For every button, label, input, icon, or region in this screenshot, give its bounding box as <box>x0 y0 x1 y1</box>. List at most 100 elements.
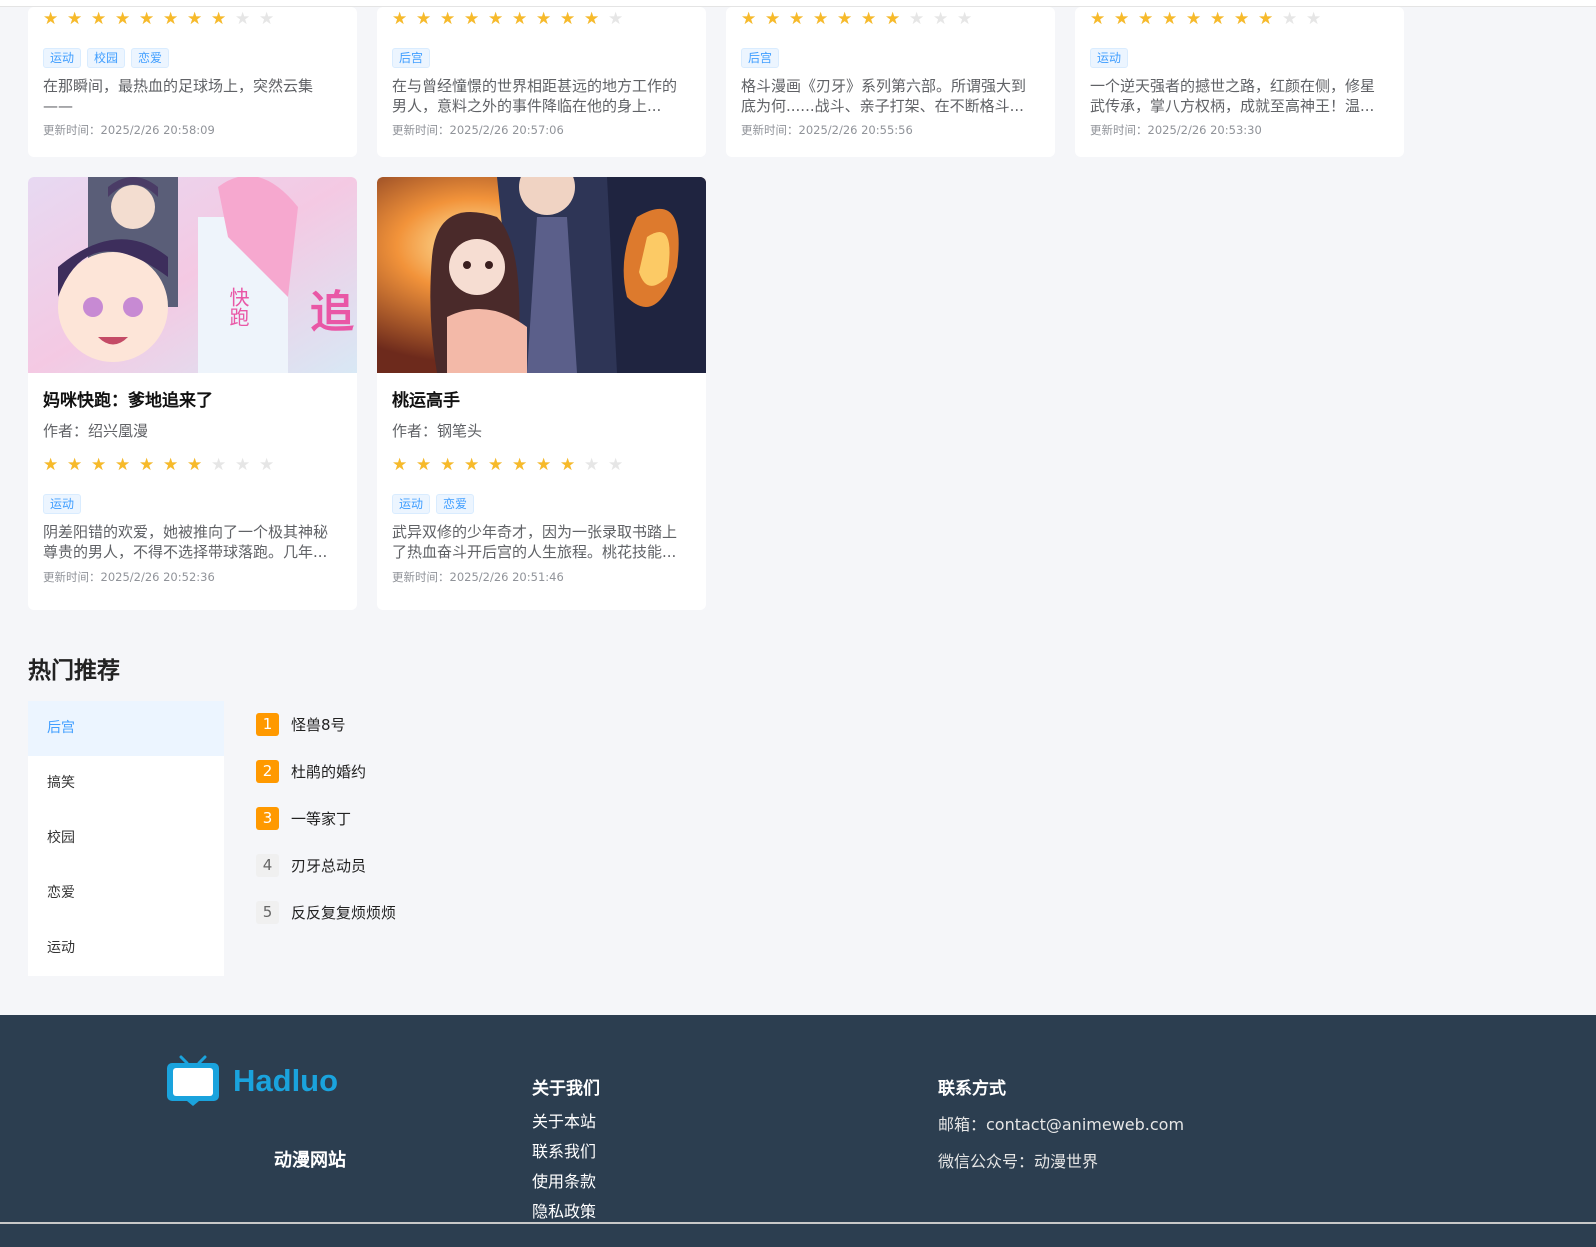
link-contact-us[interactable]: 联系我们 <box>532 1142 596 1172</box>
genre-tag[interactable]: 运动 <box>1090 48 1129 68</box>
genre-tag[interactable]: 后宫 <box>741 48 780 68</box>
star-icon: ★★ <box>560 455 576 475</box>
star-icon: ★★ <box>536 9 552 29</box>
top-divider <box>0 0 1596 7</box>
comic-card[interactable]: ★★ ★★ ★★ ★★ ★★ ★★ ★★ ★★ ★★ ★★ 后宫 格斗漫画《刃牙》系列第六部。所谓… <box>726 7 1055 157</box>
rank-title[interactable]: 一等家丁 <box>291 808 351 829</box>
rank-title[interactable]: 怪兽8号 <box>291 714 346 735</box>
link-about-site[interactable]: 关于本站 <box>532 1112 596 1142</box>
rank-item[interactable]: 4 刃牙总动员 <box>256 853 396 877</box>
category-tab-campus[interactable]: 校园 <box>28 811 224 866</box>
tag-list: 运动 <box>43 494 342 514</box>
star-icon: ★★ <box>211 9 227 29</box>
star-icon: ★★ <box>837 9 853 29</box>
star-icon: ★★ <box>933 9 949 29</box>
contact-title: 联系方式 <box>938 1079 1006 1099</box>
rank-number: 4 <box>256 853 279 877</box>
update-time: 更新时间：2025/2/26 20:53:30 <box>1090 123 1262 137</box>
category-tab-harem[interactable]: 后宫 <box>28 701 224 756</box>
rank-number: 2 <box>256 759 279 783</box>
comic-description: 在与曾经憧憬的世界相距甚远的地方工作的男人，意料之外的事件降临在他的身上... <box>392 77 678 115</box>
comic-title[interactable]: 妈咪快跑：爹地追来了 <box>43 389 342 413</box>
comic-card[interactable]: ★★ ★★ ★★ ★★ ★★ ★★ ★★ ★★ ★★ ★★ 运动 一个逆天强者的撼世之路，红颜在侧… <box>1075 7 1404 157</box>
genre-tag[interactable]: 恋爱 <box>131 48 170 68</box>
tag-list: 后宫 <box>392 48 691 68</box>
update-time: 更新时间：2025/2/26 20:57:06 <box>392 123 564 137</box>
rank-item[interactable]: 2 杜鹃的婚约 <box>256 759 396 783</box>
rank-title[interactable]: 反反复复烦烦烦 <box>291 902 396 923</box>
comic-card[interactable]: ★★ ★★ ★★ ★★ ★★ ★★ ★★ ★★ ★★ ★★ 运动校园恋爱 在那瞬间，最热血的足球场… <box>28 7 357 157</box>
genre-tag[interactable]: 后宫 <box>392 48 431 68</box>
star-icon: ★★ <box>741 9 757 29</box>
tag-list: 运动 <box>1090 48 1389 68</box>
comic-title[interactable]: 桃运高手 <box>392 389 691 413</box>
comic-card[interactable]: 追 快跑 妈咪快跑：爹地追来了 作者：绍兴凰漫 ★ ★ ★ ★ ★ ★ ★ ★ ★ ★ ★ ★ ★ ★ ★ ★… <box>28 177 357 610</box>
comic-card[interactable]: 桃运高手 作者：钢笔头 ★★ ★★ ★★ ★★ ★★ ★★ ★★ ★★ ★★ ★★ 运动恋爱 武异… <box>377 177 706 610</box>
contact-wechat: 微信公众号：动漫世界 <box>938 1152 1099 1171</box>
star-icon: ★★ <box>584 455 600 475</box>
star-icon: ★★ <box>259 455 275 475</box>
rating-stars: ★★ ★★ ★★ ★★ ★★ ★★ ★★ ★★ ★★ ★★ <box>392 9 691 29</box>
comic-description: 在那瞬间，最热血的足球场上，突然云集—— <box>43 77 314 115</box>
star-icon: ★★ <box>139 9 155 29</box>
link-terms[interactable]: 使用条款 <box>532 1172 596 1202</box>
star-icon: ★★ <box>1186 9 1202 29</box>
rating-stars: ★★ ★★ ★★ ★★ ★★ ★★ ★★ ★★ ★★ ★★ <box>392 455 691 475</box>
comic-description: 一个逆天强者的撼世之路，红颜在侧，修星武传承，掌八方权柄，成就至高神王！温... <box>1090 77 1376 115</box>
comic-description: 武异双修的少年奇才，因为一张录取书踏上了热血奋斗开后宫的人生旅程。桃花技能... <box>392 523 678 561</box>
star-icon: ★★ <box>909 9 925 29</box>
rank-number: 3 <box>256 806 279 830</box>
rating-stars: ★★ ★★ ★★ ★★ ★★ ★★ ★★ ★★ ★★ ★★ <box>43 9 342 29</box>
rank-number: 1 <box>256 712 279 736</box>
comic-cover-image[interactable]: 追 快跑 <box>28 177 357 373</box>
star-icon: ★★ <box>440 455 456 475</box>
rank-item[interactable]: 3 一等家丁 <box>256 806 396 830</box>
star-icon: ★★ <box>813 9 829 29</box>
update-time: 更新时间：2025/2/26 20:55:56 <box>741 123 913 137</box>
star-icon: ★★ <box>67 455 83 475</box>
star-icon: ★★ <box>464 455 480 475</box>
rank-number: 5 <box>256 900 279 924</box>
site-footer: Hadluo 动漫网站 关于我们 关于本站 联系我们 使用条款 隐私政策 联系方… <box>0 1015 1596 1247</box>
comic-description: 格斗漫画《刃牙》系列第六部。所谓强大到底为何......战斗、亲子打架、在不断格… <box>741 77 1027 115</box>
site-name: 动漫网站 <box>274 1150 346 1171</box>
genre-tag[interactable]: 运动 <box>392 494 431 514</box>
comic-cover-image[interactable] <box>377 177 706 373</box>
rank-title[interactable]: 杜鹃的婚约 <box>291 761 366 782</box>
tag-list: 后宫 <box>741 48 1040 68</box>
rank-item[interactable]: 5 反反复复烦烦烦 <box>256 900 396 924</box>
star-icon: ★★ <box>163 455 179 475</box>
star-icon: ★★ <box>608 9 624 29</box>
star-icon: ★★ <box>187 455 203 475</box>
category-tab-romance[interactable]: 恋爱 <box>28 866 224 921</box>
update-time: 更新时间：2025/2/26 20:51:46 <box>392 570 564 584</box>
genre-tag[interactable]: 运动 <box>43 494 82 514</box>
rank-title[interactable]: 刃牙总动员 <box>291 855 366 876</box>
star-icon: ★★ <box>1282 9 1298 29</box>
genre-tag[interactable]: 校园 <box>87 48 126 68</box>
comic-card[interactable]: ★★ ★★ ★★ ★★ ★★ ★★ ★★ ★★ ★★ ★★ 后宫 在与曾经憧憬的世界相距甚远的地方… <box>377 7 706 157</box>
star-icon: ★★ <box>560 9 576 29</box>
star-icon: ★★ <box>885 9 901 29</box>
site-logo[interactable]: Hadluo <box>165 1055 338 1107</box>
category-tab-comedy[interactable]: 搞笑 <box>28 756 224 811</box>
genre-tag[interactable]: 恋爱 <box>436 494 475 514</box>
about-title: 关于我们 <box>532 1079 600 1099</box>
star-icon: ★★ <box>861 9 877 29</box>
star-icon: ★★ <box>1090 9 1106 29</box>
star-icon: ★★ <box>765 9 781 29</box>
star-icon: ★★ <box>464 9 480 29</box>
star-icon: ★★ <box>392 455 408 475</box>
comic-author: 作者：绍兴凰漫 <box>43 422 149 440</box>
star-icon: ★★ <box>187 9 203 29</box>
link-privacy[interactable]: 隐私政策 <box>532 1202 596 1232</box>
star-icon: ★★ <box>67 9 83 29</box>
star-icon: ★★ <box>163 9 179 29</box>
rank-item[interactable]: 1 怪兽8号 <box>256 712 396 736</box>
category-tab-sports[interactable]: 运动 <box>28 921 224 976</box>
rating-stars: ★★ ★★ ★★ ★★ ★★ ★★ ★★ ★★ ★★ ★★ <box>43 455 342 475</box>
star-icon: ★★ <box>139 455 155 475</box>
genre-tag[interactable]: 运动 <box>43 48 82 68</box>
star-icon: ★★ <box>512 455 528 475</box>
comic-description: 阴差阳错的欢爱，她被推向了一个极其神秘尊贵的男人，不得不选择带球落跑。几年... <box>43 523 329 561</box>
